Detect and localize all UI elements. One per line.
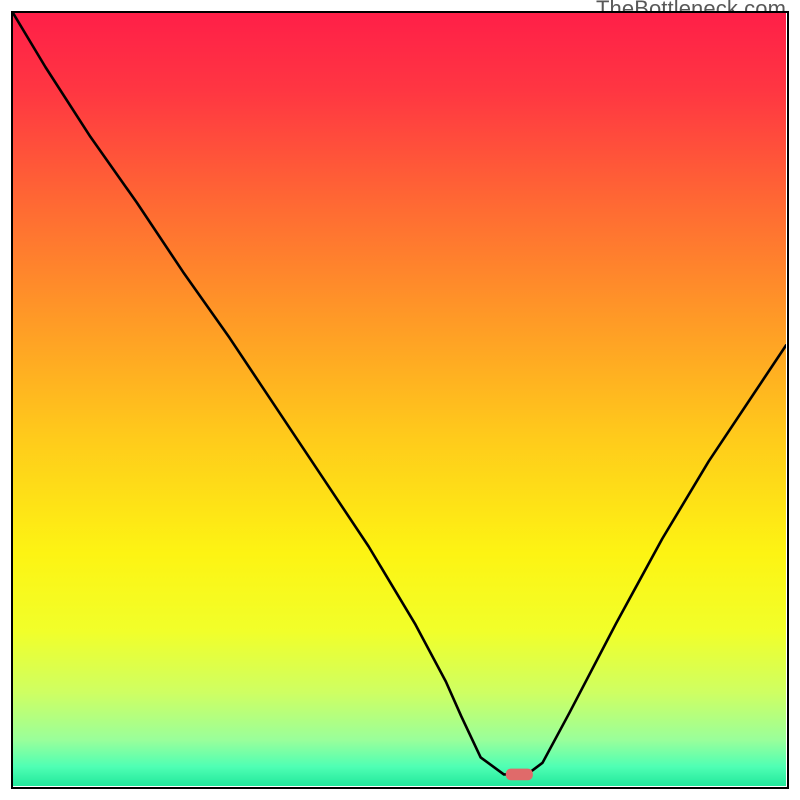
gradient-background [13,13,786,786]
chart-svg [13,13,786,786]
optimal-marker [506,769,533,781]
plot-area [11,11,789,789]
chart-frame: TheBottleneck.com [0,0,800,800]
